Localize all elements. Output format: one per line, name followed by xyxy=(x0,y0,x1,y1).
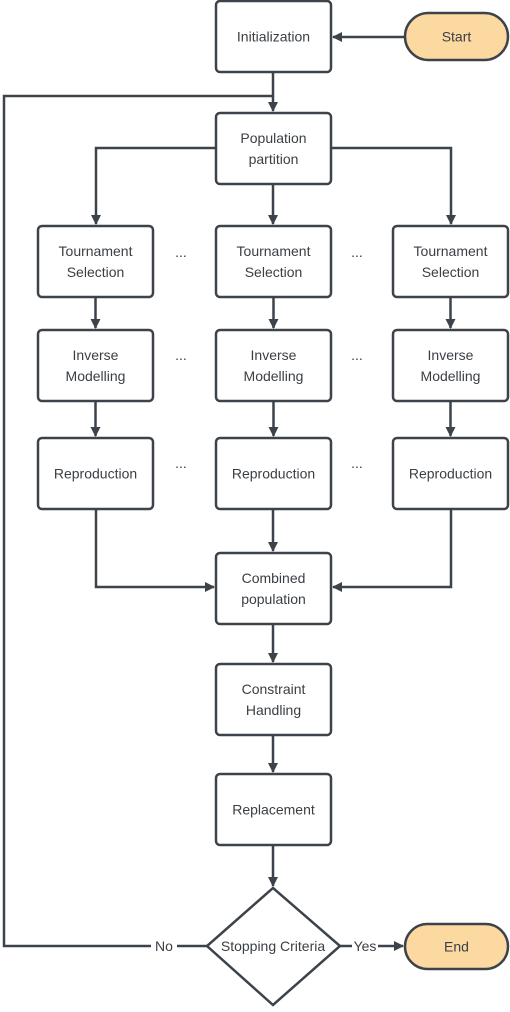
inverse-modelling-box-center-text: Inverse xyxy=(251,347,297,363)
start-terminal: Start xyxy=(403,11,510,62)
ellipsis-text: ... xyxy=(175,455,187,471)
tournament-selection-box-left-text: Tournament xyxy=(59,243,133,259)
tournament-selection-box-left: Tournament Selection xyxy=(36,224,155,299)
reproduction-box-center-text: Reproduction xyxy=(232,466,315,482)
constraint-handling-box-text: Handling xyxy=(246,702,301,718)
initialization-box: Initialization xyxy=(214,0,333,74)
flowchart: Start Initialization Population partition To… xyxy=(2,0,510,1007)
population-partition-box: Population partition xyxy=(214,111,333,186)
reproduction-box-left: Reproduction xyxy=(36,436,155,511)
combined-population-box: Combined population xyxy=(214,551,333,626)
reproduction-box-right-text: Reproduction xyxy=(409,466,492,482)
tournament-selection-box-right: Tournament Selection xyxy=(391,224,510,299)
inverse-modelling-box-left-text: Modelling xyxy=(66,368,126,384)
partition-right-arrow xyxy=(331,146,456,225)
ellipsis-text: ... xyxy=(351,347,363,363)
tournament-selection-box-center-text: Tournament xyxy=(237,243,311,259)
tournament-selection-box-right-text: Tournament xyxy=(414,243,488,259)
reproduction-box-center: Reproduction xyxy=(214,436,333,511)
initialization-box-text: Initialization xyxy=(237,29,310,45)
ellipsis-text: ... xyxy=(351,244,363,260)
combined-population-box-text: Combined xyxy=(242,570,306,586)
ellipsis-text: ... xyxy=(351,455,363,471)
inverse-modelling-box-right-text: Modelling xyxy=(421,368,481,384)
tournament-selection-box-center: Tournament Selection xyxy=(214,224,333,299)
inverse-modelling-box-right: Inverse Modelling xyxy=(391,328,510,403)
combined-population-box-text: population xyxy=(241,591,306,607)
partition-left-arrow xyxy=(91,146,216,225)
ellipsis-text: ... xyxy=(175,347,187,363)
population-partition-box-text: partition xyxy=(249,151,299,167)
inverse-modelling-box-left: Inverse Modelling xyxy=(36,328,155,403)
yes-label: Yes xyxy=(354,938,377,954)
ellipsis-text: ... xyxy=(175,244,187,260)
end-terminal: End xyxy=(403,922,510,971)
stopping-criteria-text: Stopping Criteria xyxy=(221,938,325,954)
no-label: No xyxy=(155,938,173,954)
inverse-modelling-box-left-text: Inverse xyxy=(73,347,119,363)
start-terminal-text: Start xyxy=(442,29,472,45)
right-to-combined-arrow xyxy=(332,509,453,592)
replacement-box: Replacement xyxy=(214,772,333,847)
tournament-selection-box-right-text: Selection xyxy=(422,264,480,280)
constraint-handling-box-text: Constraint xyxy=(242,681,306,697)
left-to-combined-arrow xyxy=(94,509,215,592)
reproduction-box-left-text: Reproduction xyxy=(54,466,137,482)
constraint-handling-box: Constraint Handling xyxy=(214,662,333,737)
inverse-modelling-box-center: Inverse Modelling xyxy=(214,328,333,403)
tournament-selection-box-center-text: Selection xyxy=(245,264,303,280)
stopping-criteria-decision: Stopping Criteria xyxy=(205,886,342,1007)
reproduction-box-right: Reproduction xyxy=(391,436,510,511)
inverse-modelling-box-center-text: Modelling xyxy=(244,368,304,384)
tournament-selection-box-left-text: Selection xyxy=(67,264,125,280)
replacement-box-text: Replacement xyxy=(232,802,315,818)
end-terminal-text: End xyxy=(444,939,469,955)
inverse-modelling-box-right-text: Inverse xyxy=(428,347,474,363)
population-partition-box-text: Population xyxy=(240,130,306,146)
